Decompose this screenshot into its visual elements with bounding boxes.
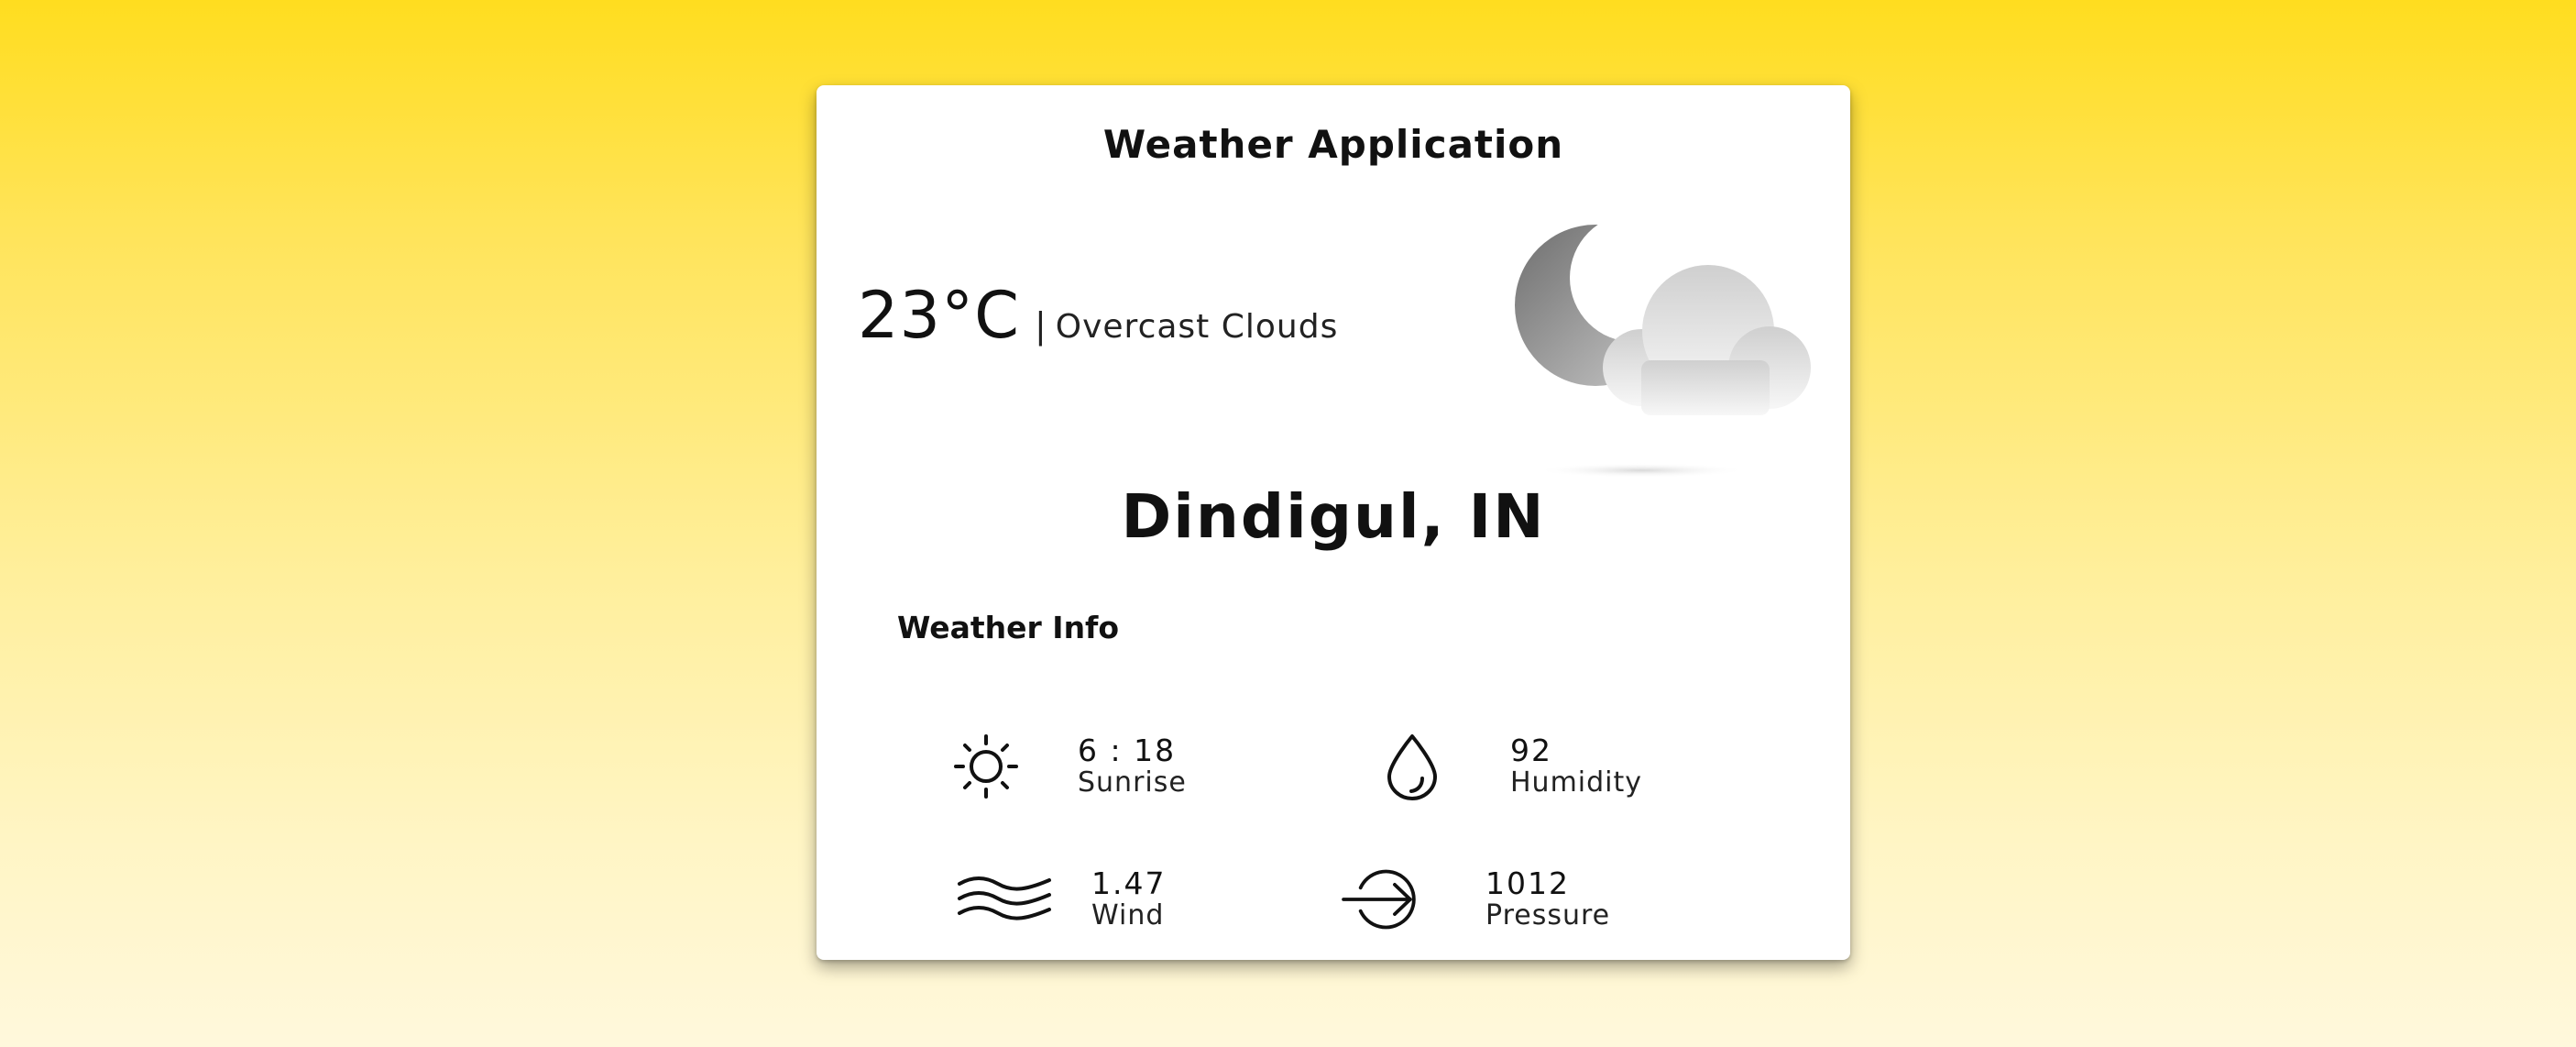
- sunrise-value: 6 : 18: [1078, 733, 1177, 768]
- weather-description: Overcast Clouds: [1055, 308, 1339, 346]
- moon-cloud-icon: [1495, 223, 1825, 489]
- sunrise-info: 6 : 18 Sunrise: [940, 725, 1187, 808]
- weather-card: Weather Application 23°C | Overcast Clou…: [817, 85, 1850, 960]
- pressure-label: Pressure: [1485, 899, 1611, 931]
- pressure-info: 1012 Pressure: [1339, 858, 1610, 941]
- weather-info-title: Weather Info: [897, 610, 1120, 645]
- wind-icon: [954, 858, 1055, 941]
- app-title: Weather Application: [1102, 122, 1564, 167]
- city-name: Dindigul, IN: [1121, 481, 1546, 552]
- humidity-label: Humidity: [1510, 766, 1643, 799]
- wind-value: 1.47: [1091, 865, 1167, 901]
- droplet-icon: [1362, 725, 1463, 808]
- separator: |: [1034, 305, 1047, 346]
- temperature: 23°C: [858, 278, 1020, 353]
- sun-icon: [940, 725, 1041, 808]
- humidity-info: 92 Humidity: [1362, 725, 1642, 808]
- current-conditions: 23°C | Overcast Clouds: [858, 278, 1338, 353]
- pressure-value: 1012: [1485, 865, 1570, 901]
- wind-label: Wind: [1091, 899, 1165, 931]
- sunrise-label: Sunrise: [1078, 766, 1187, 799]
- arrow-in-circle-icon: [1339, 858, 1440, 941]
- wind-info: 1.47 Wind: [954, 858, 1166, 941]
- humidity-value: 92: [1510, 733, 1552, 768]
